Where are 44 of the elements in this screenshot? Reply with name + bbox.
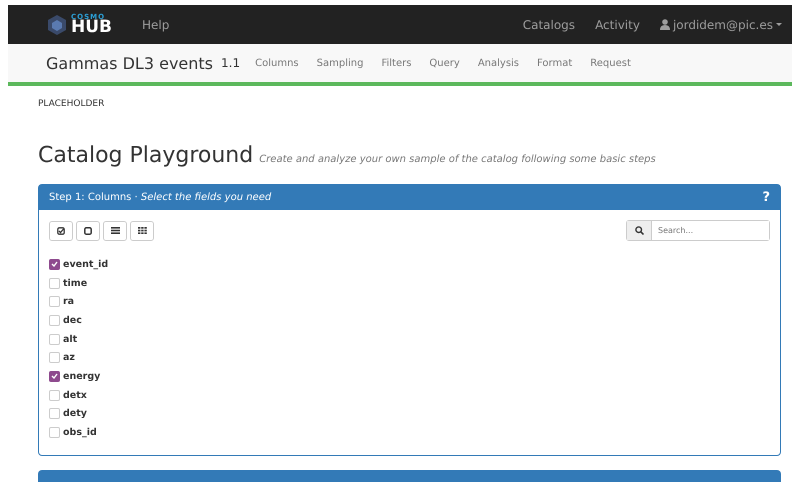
step-link[interactable]: Request: [581, 58, 640, 68]
nav-link[interactable]: Activity: [585, 18, 650, 32]
nav-link[interactable]: Catalogs: [512, 18, 586, 32]
field-label: detx: [63, 390, 87, 401]
step-link[interactable]: Query: [420, 58, 469, 68]
step-link[interactable]: Format: [528, 58, 582, 68]
field-label: event_id: [63, 258, 108, 270]
checkbox[interactable]: [49, 370, 60, 382]
caret-icon: [776, 22, 782, 26]
field-label: time: [63, 278, 88, 289]
grid-view-button[interactable]: [130, 220, 154, 240]
field-label: az: [63, 352, 75, 364]
step-link[interactable]: Analysis: [468, 58, 528, 68]
page-title: Catalog Playground: [38, 143, 254, 168]
step-link[interactable]: Filters: [372, 58, 420, 68]
logo-icon: [46, 14, 68, 36]
panel-title: Step 1: Columns · Select the fields you need: [49, 192, 272, 203]
field-label: alt: [63, 334, 78, 345]
square-icon: [84, 226, 92, 234]
field-label: energy: [63, 370, 100, 382]
checkbox[interactable]: [49, 258, 60, 270]
list-icon: [110, 227, 120, 234]
field-label: obs_id: [63, 427, 97, 438]
version-label: 1.1: [221, 56, 240, 70]
list-view-button[interactable]: [103, 220, 127, 240]
catalog-title: Gammas DL3 events: [46, 54, 214, 72]
grid-icon: [138, 227, 146, 234]
step-link[interactable]: Columns: [246, 58, 308, 68]
check-icon: [57, 226, 65, 234]
user-menu[interactable]: jordidem@pic.es: [672, 18, 773, 32]
search-icon: [634, 226, 644, 235]
field-label: dety: [63, 408, 87, 420]
nav-link[interactable]: Help: [132, 18, 180, 32]
select-all-button[interactable]: [49, 220, 73, 240]
page-subtitle: Create and analyze your own sample of the catalog following some basic steps: [259, 154, 656, 165]
step-link[interactable]: Sampling: [308, 58, 372, 68]
field-label: ra: [63, 296, 74, 308]
logo-text: HUB: [71, 18, 112, 36]
user-icon: [660, 19, 670, 30]
select-none-button[interactable]: [76, 220, 100, 240]
field-label: dec: [63, 314, 82, 326]
placeholder-label: PLACEHOLDER: [38, 99, 106, 109]
search-field[interactable]: Search...: [626, 220, 770, 241]
help-link[interactable]: ?: [762, 190, 770, 205]
